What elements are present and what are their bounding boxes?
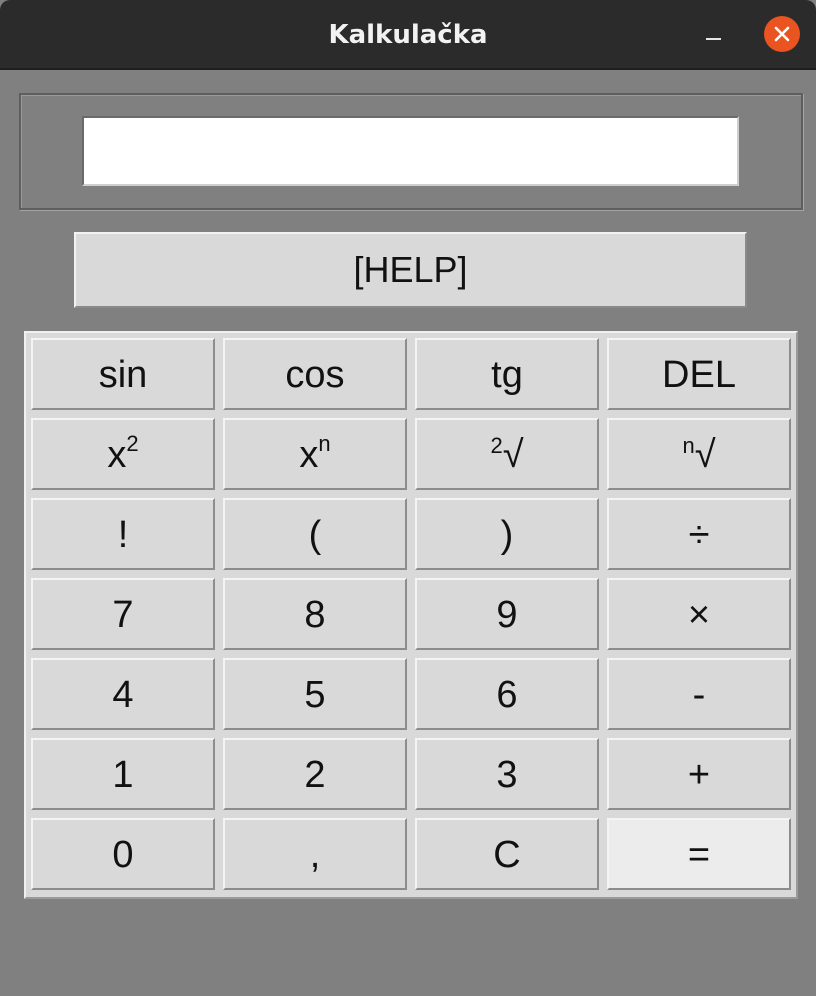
square-button[interactable]: x2 (31, 418, 215, 490)
digit-4-button[interactable]: 4 (31, 658, 215, 730)
clear-button[interactable]: C (415, 818, 599, 890)
power-exponent: n (318, 431, 331, 456)
tg-button[interactable]: tg (415, 338, 599, 410)
square-exponent: 2 (126, 431, 139, 456)
help-button[interactable]: [HELP] (74, 232, 747, 308)
nth-root-index: n (682, 433, 695, 458)
nth-root-button[interactable]: n√ (607, 418, 791, 490)
minimize-button[interactable] (696, 20, 732, 52)
multiply-button[interactable]: × (607, 578, 791, 650)
sin-button[interactable]: sin (31, 338, 215, 410)
digit-1-button[interactable]: 1 (31, 738, 215, 810)
square-root-index: 2 (490, 433, 503, 458)
comma-button[interactable]: , (223, 818, 407, 890)
power-n-button[interactable]: xn (223, 418, 407, 490)
square-root-button[interactable]: 2√ (415, 418, 599, 490)
square-root-sign: √ (502, 434, 524, 476)
divide-button[interactable]: ÷ (607, 498, 791, 570)
nth-root-sign: √ (694, 434, 716, 476)
square-base: x (107, 434, 127, 476)
factorial-button[interactable]: ! (31, 498, 215, 570)
digit-6-button[interactable]: 6 (415, 658, 599, 730)
right-paren-button[interactable]: ) (415, 498, 599, 570)
display-input[interactable] (82, 116, 739, 186)
power-base: x (299, 434, 319, 476)
title-bar: Kalkulačka (0, 0, 816, 70)
minus-button[interactable]: - (607, 658, 791, 730)
window-title: Kalkulačka (328, 20, 488, 50)
digit-5-button[interactable]: 5 (223, 658, 407, 730)
digit-3-button[interactable]: 3 (415, 738, 599, 810)
delete-button[interactable]: DEL (607, 338, 791, 410)
calculator-window: Kalkulačka [HELP] sin cos tg DEL x2 xn 2… (0, 0, 816, 996)
digit-2-button[interactable]: 2 (223, 738, 407, 810)
digit-0-button[interactable]: 0 (31, 818, 215, 890)
cos-button[interactable]: cos (223, 338, 407, 410)
close-button[interactable] (764, 16, 800, 52)
keypad: sin cos tg DEL x2 xn 2√ n√ ! ( ) ÷ 7 8 9… (24, 331, 798, 899)
close-icon (774, 26, 790, 42)
digit-7-button[interactable]: 7 (31, 578, 215, 650)
plus-button[interactable]: + (607, 738, 791, 810)
minimize-icon (706, 38, 721, 40)
digit-9-button[interactable]: 9 (415, 578, 599, 650)
left-paren-button[interactable]: ( (223, 498, 407, 570)
equals-button[interactable]: = (607, 818, 791, 890)
digit-8-button[interactable]: 8 (223, 578, 407, 650)
